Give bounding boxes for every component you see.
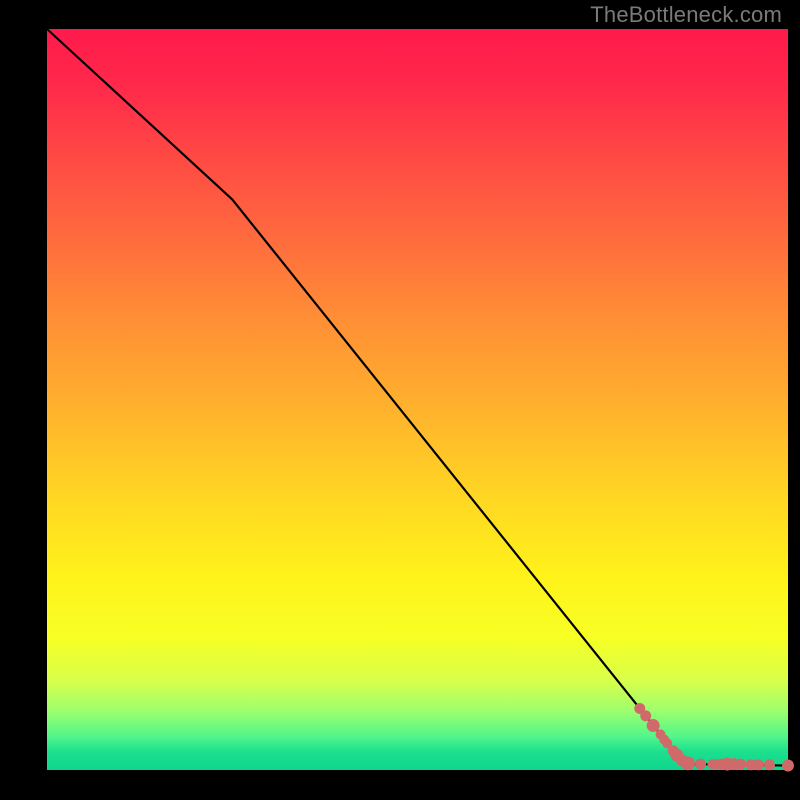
data-point <box>647 719 660 732</box>
chart-line <box>47 29 788 766</box>
data-point <box>695 759 706 770</box>
data-point <box>753 759 764 770</box>
data-point <box>735 759 746 770</box>
data-point <box>782 760 794 772</box>
chart-scatter-group <box>634 703 794 772</box>
data-point <box>681 756 695 770</box>
chart-overlay <box>47 29 788 770</box>
data-point <box>640 710 651 721</box>
data-point <box>764 759 775 770</box>
watermark-text: TheBottleneck.com <box>590 2 782 28</box>
chart-frame: TheBottleneck.com <box>0 0 800 800</box>
